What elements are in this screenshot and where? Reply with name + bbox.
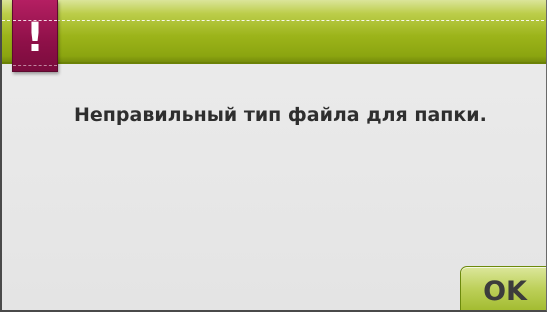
exclamation-icon: ! (25, 15, 45, 61)
header-stitch-line (2, 20, 546, 21)
error-message: Неправильный тип файла для папки. (74, 104, 487, 126)
dialog-header-bar (2, 0, 546, 64)
ok-button-label: OK (483, 276, 527, 307)
ok-button[interactable]: OK (460, 266, 546, 310)
header-shade (2, 56, 546, 62)
tab-stitch-line-bottom (13, 65, 57, 66)
error-dialog: ! Неправильный тип файла для папки. OK (0, 0, 547, 312)
warning-tab: ! (12, 0, 58, 72)
